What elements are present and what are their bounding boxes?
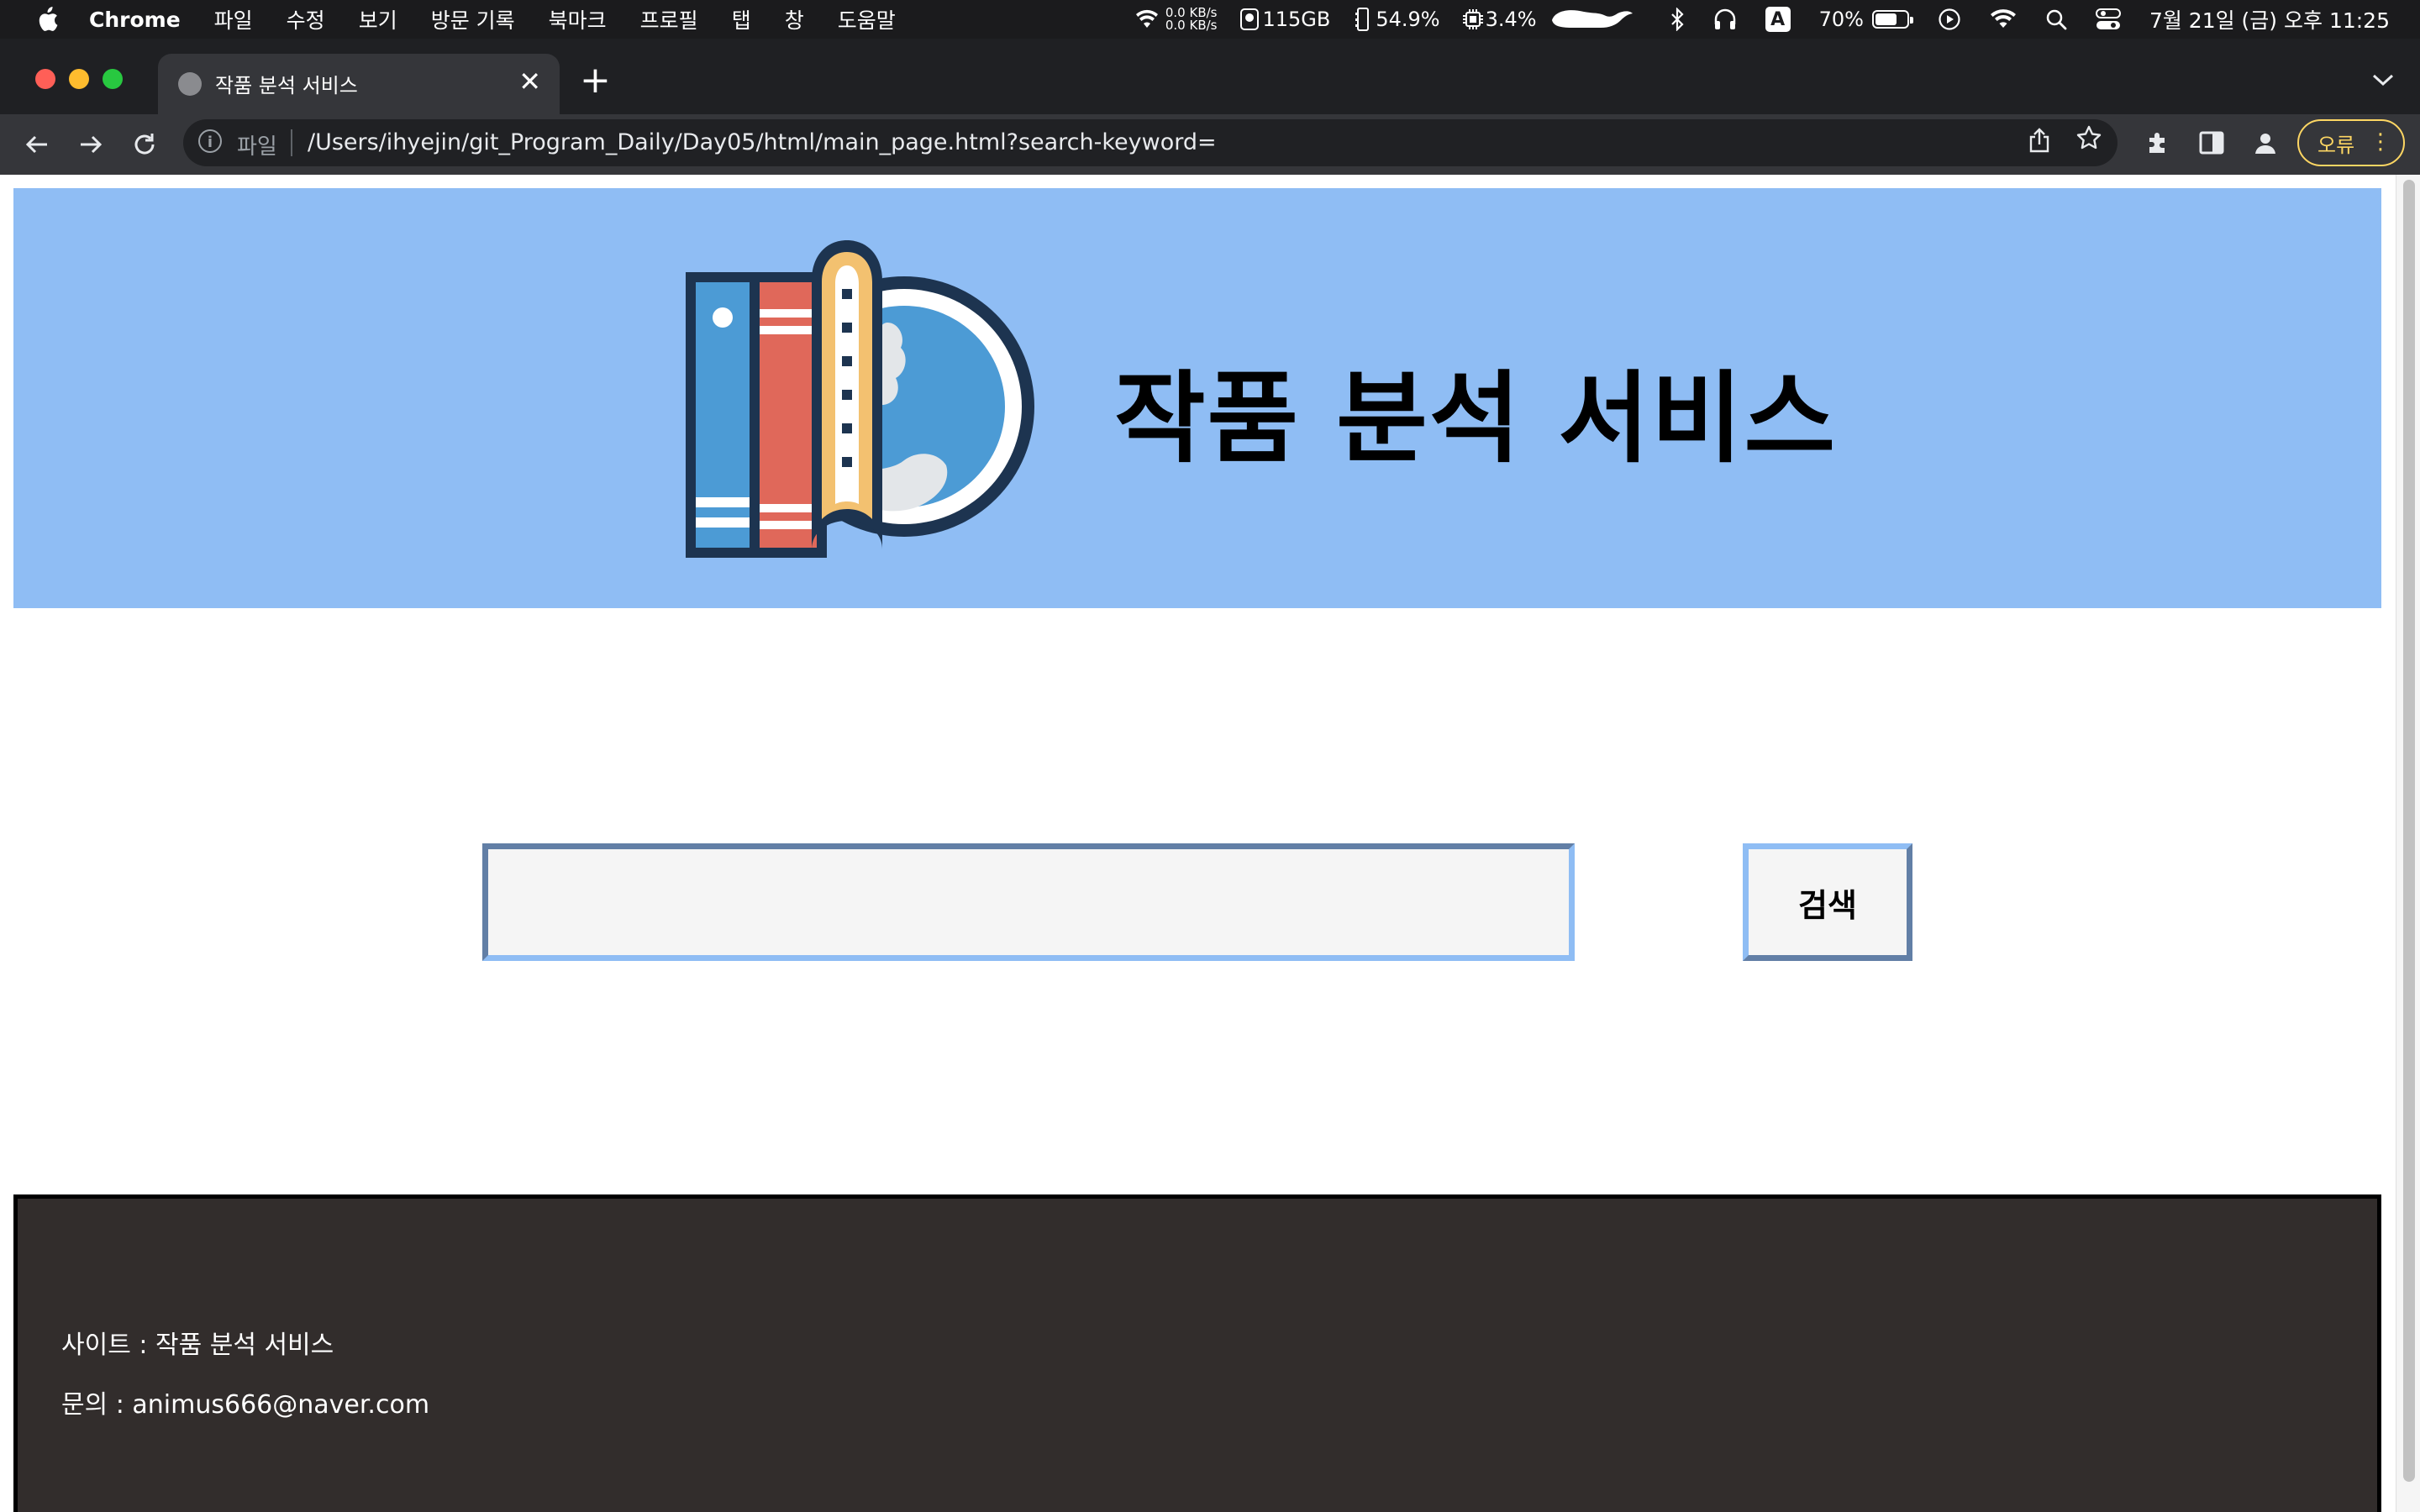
reload-button[interactable] bbox=[124, 124, 165, 165]
menu-help[interactable]: 도움말 bbox=[838, 4, 896, 34]
headphones-icon[interactable] bbox=[1713, 8, 1737, 31]
tab-search-chevron-icon[interactable] bbox=[2371, 66, 2395, 93]
bookmark-star-icon[interactable] bbox=[2075, 124, 2102, 159]
wifi-status-icon[interactable] bbox=[1990, 9, 2017, 29]
profile-avatar-icon[interactable] bbox=[2249, 126, 2282, 160]
books-globe-logo bbox=[686, 240, 1034, 558]
share-icon[interactable] bbox=[2028, 128, 2050, 159]
back-button[interactable] bbox=[17, 124, 57, 165]
more-menu-icon[interactable]: ⋮ bbox=[2370, 129, 2391, 155]
footer-site-text: 사이트 : 작품 분석 서비스 bbox=[61, 1331, 334, 1360]
search-button[interactable]: 검색 bbox=[1743, 843, 1912, 961]
disk-text: 115GB bbox=[1262, 8, 1331, 31]
footer-contact-text: 문의 : animus666@naver.com bbox=[61, 1390, 430, 1420]
battery-status[interactable]: 70% bbox=[1818, 8, 1913, 31]
menu-tab[interactable]: 탭 bbox=[732, 4, 751, 34]
memory-text: 54.9% bbox=[1376, 8, 1440, 31]
new-tab-button[interactable]: + bbox=[580, 62, 611, 99]
menu-file[interactable]: 파일 bbox=[214, 4, 253, 34]
profile-error-button[interactable]: 오류 ⋮ bbox=[2297, 119, 2405, 166]
menu-profiles[interactable]: 프로필 bbox=[640, 4, 698, 34]
window-close-button[interactable] bbox=[35, 69, 55, 89]
play-icon[interactable] bbox=[1938, 8, 1961, 31]
error-label: 오류 bbox=[2317, 133, 2355, 157]
header-banner: 작품 분석 서비스 bbox=[13, 188, 2381, 608]
apple-icon[interactable] bbox=[34, 5, 60, 34]
wifi-icon[interactable] bbox=[1135, 9, 1159, 29]
input-source-icon: A bbox=[1765, 7, 1791, 32]
menubar-tray: 0.0 KB/s 0.0 KB/s 115GB 54.9% 3.4% A 70% bbox=[1135, 0, 2420, 39]
cpu-stat[interactable]: 3.4% bbox=[1460, 7, 1537, 32]
address-scheme-label: 파일 bbox=[237, 134, 277, 160]
battery-fill bbox=[1875, 13, 1897, 25]
control-center-icon[interactable] bbox=[2095, 8, 2121, 30]
disk-stat[interactable]: 115GB bbox=[1237, 7, 1330, 32]
page-title: 작품 분석 서비스 bbox=[1114, 360, 1838, 476]
menu-history[interactable]: 방문 기록 bbox=[431, 4, 515, 34]
site-info-icon[interactable]: i bbox=[198, 129, 222, 153]
globe-icon bbox=[178, 72, 202, 96]
side-panel-icon[interactable] bbox=[2195, 126, 2228, 160]
cat-runner-icon[interactable] bbox=[1549, 7, 1636, 32]
vertical-scrollbar[interactable] bbox=[2396, 175, 2420, 1512]
address-bar[interactable]: i 파일 /Users/ihyejin/git_Program_Daily/Da… bbox=[183, 119, 2118, 166]
disk-icon bbox=[1237, 7, 1262, 32]
battery-icon bbox=[1871, 10, 1913, 29]
memory-stat[interactable]: 54.9% bbox=[1350, 7, 1440, 32]
tab-title: 작품 분석 서비스 bbox=[215, 74, 358, 97]
scrollbar-thumb[interactable] bbox=[2403, 180, 2415, 1482]
search-input[interactable] bbox=[482, 843, 1575, 961]
cpu-icon bbox=[1460, 7, 1486, 32]
menubar-clock[interactable]: 7월 21일 (금) 오후 11:25 bbox=[2149, 4, 2390, 34]
browser-tab-active[interactable]: 작품 분석 서비스 ✕ bbox=[158, 54, 560, 114]
tab-close-icon[interactable]: ✕ bbox=[518, 66, 541, 97]
menu-bookmarks[interactable]: 북마크 bbox=[549, 4, 607, 34]
window-maximize-button[interactable] bbox=[103, 69, 123, 89]
network-speed: 0.0 KB/s 0.0 KB/s bbox=[1165, 7, 1218, 32]
address-separator bbox=[291, 129, 292, 156]
battery-percent-text: 70% bbox=[1818, 8, 1864, 31]
forward-button[interactable] bbox=[71, 124, 111, 165]
address-url[interactable]: /Users/ihyejin/git_Program_Daily/Day05/h… bbox=[308, 129, 1217, 155]
input-source[interactable]: A bbox=[1765, 7, 1791, 32]
network-down-text: 0.0 KB/s bbox=[1165, 18, 1218, 33]
menubar-app-name[interactable]: Chrome bbox=[89, 8, 181, 32]
page-viewport: 작품 분석 서비스 검색 사이트 : 작품 분석 서비스 문의 : animus… bbox=[0, 175, 2420, 1512]
menu-edit[interactable]: 수정 bbox=[287, 4, 325, 34]
cpu-text: 3.4% bbox=[1485, 8, 1537, 31]
search-icon[interactable] bbox=[2045, 8, 2067, 30]
window-minimize-button[interactable] bbox=[69, 69, 89, 89]
page-footer: 사이트 : 작품 분석 서비스 문의 : animus666@naver.com bbox=[13, 1194, 2381, 1512]
macos-menubar: Chrome 파일 수정 보기 방문 기록 북마크 프로필 탭 창 도움말 0.… bbox=[0, 0, 2420, 39]
extensions-icon[interactable] bbox=[2141, 126, 2175, 160]
bluetooth-icon[interactable] bbox=[1670, 8, 1685, 31]
menu-view[interactable]: 보기 bbox=[359, 4, 397, 34]
menu-window[interactable]: 창 bbox=[785, 4, 804, 34]
memory-icon bbox=[1350, 7, 1376, 32]
